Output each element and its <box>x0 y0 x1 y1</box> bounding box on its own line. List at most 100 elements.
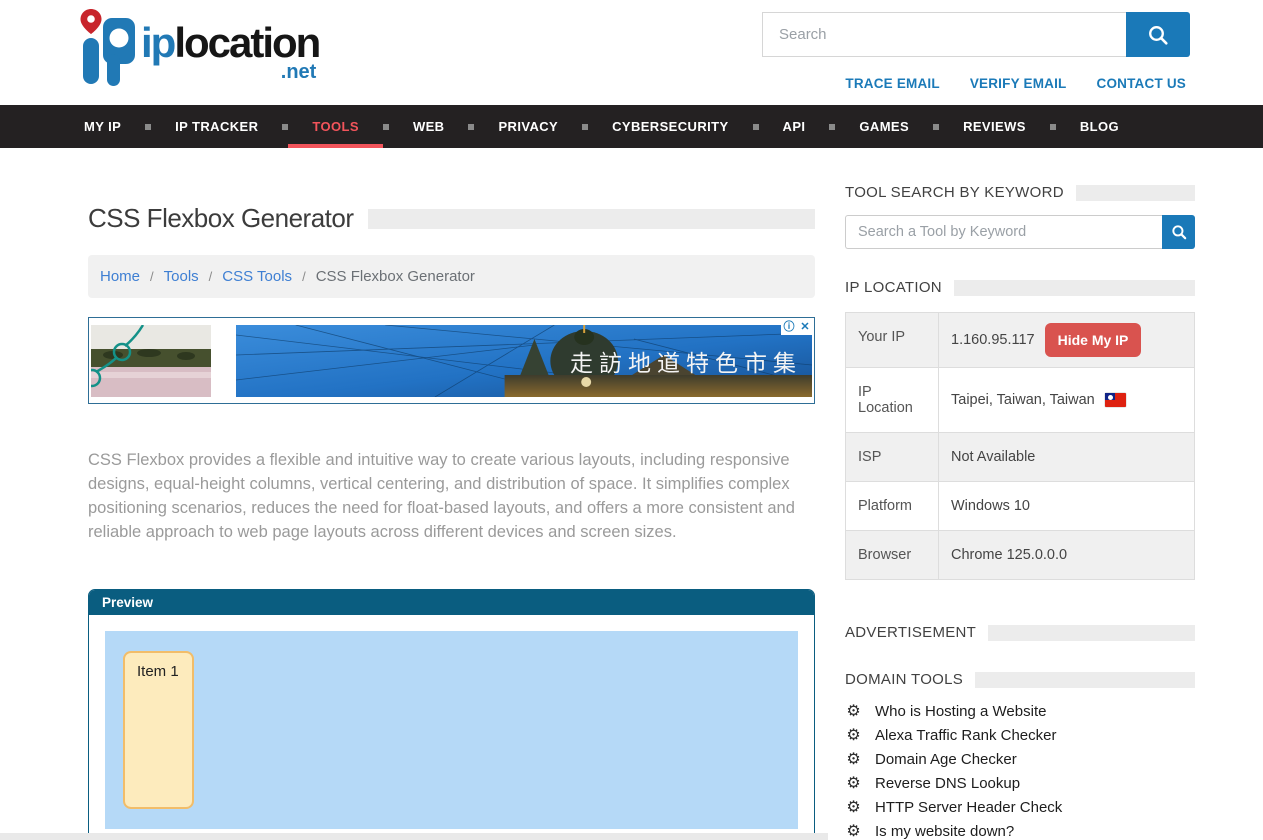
table-row-browser: Browser Chrome 125.0.0.0 <box>846 531 1194 579</box>
nav-item-api[interactable]: API <box>759 105 830 148</box>
gear-icon: ⚙ <box>845 704 862 720</box>
logo-mark-icon <box>75 6 137 86</box>
tool-search-button[interactable] <box>1162 215 1195 249</box>
domain-tool-link-alexa-rank[interactable]: Alexa Traffic Rank Checker <box>875 727 1056 744</box>
nav-item-cybersecurity[interactable]: CYBERSECURITY <box>588 105 752 148</box>
site-header: iplocation .net TRACE EMAIL VERIFY EMAIL… <box>0 0 1263 105</box>
row-label: Platform <box>846 482 939 530</box>
preview-panel-body: Item 1 <box>89 615 814 840</box>
main-column: CSS Flexbox Generator Home / Tools / CSS… <box>88 148 815 840</box>
ad-photo-landscape[interactable] <box>91 325 211 397</box>
table-row-ip-location: IP Location Taipei, Taiwan, Taiwan <box>846 368 1194 433</box>
breadcrumb-tools[interactable]: Tools <box>164 268 199 285</box>
breadcrumb-css-tools[interactable]: CSS Tools <box>222 268 292 285</box>
preview-panel-header: Preview <box>89 590 814 615</box>
breadcrumb-separator: / <box>150 269 154 284</box>
header-quick-links: TRACE EMAIL VERIFY EMAIL CONTACT US <box>845 76 1186 91</box>
flexbox-preview-item: Item 1 <box>123 651 194 809</box>
heading-decorative-bar <box>954 280 1195 296</box>
nav-item-blog[interactable]: BLOG <box>1056 105 1143 148</box>
domain-tools-heading: DOMAIN TOOLS <box>845 671 1195 688</box>
row-label: ISP <box>846 433 939 481</box>
domain-tool-link-hosting[interactable]: Who is Hosting a Website <box>875 703 1046 720</box>
site-logo[interactable]: iplocation .net <box>75 6 319 86</box>
nav-item-tools[interactable]: TOOLS <box>288 105 383 148</box>
preview-panel: Preview Item 1 <box>88 589 815 840</box>
table-row-platform: Platform Windows 10 <box>846 482 1194 531</box>
table-row-isp: ISP Not Available <box>846 433 1194 482</box>
nav-item-my-ip[interactable]: MY IP <box>60 105 145 148</box>
taiwan-flag-icon <box>1105 393 1126 407</box>
breadcrumb-home[interactable]: Home <box>100 268 140 285</box>
domain-tool-link-website-down[interactable]: Is my website down? <box>875 823 1014 840</box>
sidebar: TOOL SEARCH BY KEYWORD IP LOCATION Your … <box>845 148 1195 840</box>
nav-item-games[interactable]: GAMES <box>835 105 933 148</box>
title-decorative-bar <box>368 209 815 229</box>
browser-value: Chrome 125.0.0.0 <box>951 547 1067 563</box>
adchoices-icon[interactable]: ⓘ <box>781 319 797 335</box>
row-label: Browser <box>846 531 939 579</box>
search-icon <box>1171 224 1187 240</box>
ad-close-icon[interactable]: ✕ <box>797 319 813 335</box>
heading-decorative-bar <box>988 625 1195 641</box>
isp-value: Not Available <box>951 449 1035 465</box>
gear-icon: ⚙ <box>845 824 862 840</box>
domain-tool-link-domain-age[interactable]: Domain Age Checker <box>875 751 1017 768</box>
tool-search-heading: TOOL SEARCH BY KEYWORD <box>845 184 1195 201</box>
ip-location-value: Taipei, Taiwan, Taiwan <box>951 392 1095 408</box>
logo-word-location: location <box>174 19 319 66</box>
gear-icon: ⚙ <box>845 728 862 744</box>
logo-wordmark: iplocation .net <box>141 22 319 84</box>
domain-tool-link-http-header[interactable]: HTTP Server Header Check <box>875 799 1062 816</box>
hide-my-ip-button[interactable]: Hide My IP <box>1045 323 1142 357</box>
trace-email-link[interactable]: TRACE EMAIL <box>845 76 939 91</box>
content-area: CSS Flexbox Generator Home / Tools / CSS… <box>0 148 1263 840</box>
header-search-button[interactable] <box>1126 12 1190 57</box>
ad-caption-text: 走訪地道特色市集 <box>570 344 802 378</box>
verify-email-link[interactable]: VERIFY EMAIL <box>970 76 1067 91</box>
tool-search-heading-text: TOOL SEARCH BY KEYWORD <box>845 184 1064 201</box>
domain-tools-list: ⚙ Who is Hosting a Website ⚙ Alexa Traff… <box>845 703 1195 840</box>
advertisement-heading: ADVERTISEMENT <box>845 624 1195 641</box>
row-label: IP Location <box>846 368 939 432</box>
list-item: ⚙ Alexa Traffic Rank Checker <box>845 727 1195 744</box>
header-search <box>762 12 1190 57</box>
ip-location-heading-text: IP LOCATION <box>845 279 942 296</box>
domain-tools-heading-text: DOMAIN TOOLS <box>845 671 963 688</box>
breadcrumb-current: CSS Flexbox Generator <box>316 268 475 285</box>
breadcrumb-separator: / <box>209 269 213 284</box>
contact-us-link[interactable]: CONTACT US <box>1097 76 1187 91</box>
ad-photo-building[interactable]: 走訪地道特色市集 <box>236 325 812 397</box>
your-ip-value: 1.160.95.117 <box>951 332 1035 348</box>
gear-icon: ⚙ <box>845 800 862 816</box>
tool-search-input[interactable] <box>845 215 1162 249</box>
list-item: ⚙ Who is Hosting a Website <box>845 703 1195 720</box>
nav-item-privacy[interactable]: PRIVACY <box>474 105 582 148</box>
header-search-input[interactable] <box>762 12 1126 57</box>
heading-decorative-bar <box>975 672 1195 688</box>
tool-search <box>845 215 1195 249</box>
ad-gap <box>211 325 236 397</box>
logo-word-ip: ip <box>141 19 174 66</box>
search-icon <box>1147 24 1169 46</box>
ad-banner[interactable]: 走訪地道特色市集 ⓘ ✕ <box>88 317 815 404</box>
page-background-strip <box>0 833 828 840</box>
nav-item-ip-tracker[interactable]: IP TRACKER <box>151 105 282 148</box>
list-item: ⚙ Domain Age Checker <box>845 751 1195 768</box>
main-nav: MY IP IP TRACKER TOOLS WEB PRIVACY CYBER… <box>0 105 1263 148</box>
ip-location-heading: IP LOCATION <box>845 279 1195 296</box>
list-item: ⚙ Reverse DNS Lookup <box>845 775 1195 792</box>
breadcrumb-separator: / <box>302 269 306 284</box>
ip-location-table: Your IP 1.160.95.117 Hide My IP IP Locat… <box>845 312 1195 580</box>
gear-icon: ⚙ <box>845 776 862 792</box>
tool-description: CSS Flexbox provides a flexible and intu… <box>88 448 815 544</box>
list-item: ⚙ Is my website down? <box>845 823 1195 840</box>
platform-value: Windows 10 <box>951 498 1030 514</box>
heading-decorative-bar <box>1076 185 1195 201</box>
nav-item-reviews[interactable]: REVIEWS <box>939 105 1050 148</box>
breadcrumb: Home / Tools / CSS Tools / CSS Flexbox G… <box>88 255 815 298</box>
page-title: CSS Flexbox Generator <box>88 203 354 234</box>
table-row-your-ip: Your IP 1.160.95.117 Hide My IP <box>846 313 1194 368</box>
nav-item-web[interactable]: WEB <box>389 105 469 148</box>
domain-tool-link-reverse-dns[interactable]: Reverse DNS Lookup <box>875 775 1020 792</box>
